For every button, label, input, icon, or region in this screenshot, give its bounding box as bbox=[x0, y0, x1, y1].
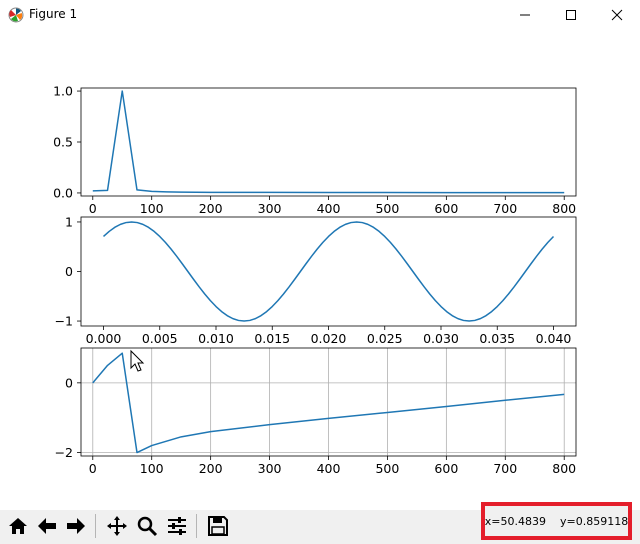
figure-canvas[interactable]: 0 100 200 300 400 500 600 700 800 0.0 0.5 1.0 0.000 0… bbox=[0, 30, 640, 510]
x-tick-label: 0.030 bbox=[423, 331, 459, 346]
cursor-y-value: y=0.859118 bbox=[560, 514, 629, 528]
arrow-left-icon bbox=[38, 518, 56, 534]
series-line bbox=[92, 90, 565, 194]
save-button[interactable] bbox=[204, 512, 232, 540]
y-tick-label: 1.0 bbox=[53, 84, 73, 99]
x-tick-label: 0.015 bbox=[254, 331, 290, 346]
x-tick-label: 800 bbox=[552, 461, 576, 476]
back-button[interactable] bbox=[33, 512, 61, 540]
maximize-icon bbox=[566, 10, 576, 20]
subplot-3[interactable]: 0 100 200 300 400 500 600 700 800 −2 0 bbox=[55, 347, 577, 476]
matplotlib-logo-icon bbox=[8, 7, 24, 23]
magnifier-icon bbox=[137, 516, 158, 537]
x-tick-label: 200 bbox=[199, 201, 223, 216]
x-tick-label: 300 bbox=[258, 201, 282, 216]
x-tick-label: 0.020 bbox=[311, 331, 347, 346]
x-tick-label: 0.010 bbox=[198, 331, 234, 346]
x-tick-label: 400 bbox=[317, 461, 341, 476]
y-tick-label: 1 bbox=[65, 214, 73, 229]
subplot-1[interactable]: 0 100 200 300 400 500 600 700 800 0.0 0.5 1.0 bbox=[53, 84, 577, 216]
axes-frame bbox=[80, 87, 577, 197]
x-tick-label: 0.005 bbox=[142, 331, 178, 346]
x-tick-label: 500 bbox=[375, 201, 399, 216]
zoom-button[interactable] bbox=[133, 512, 161, 540]
y-tick-label: 0 bbox=[65, 264, 73, 279]
x-tick-label: 0 bbox=[89, 461, 97, 476]
x-tick-label: 100 bbox=[140, 201, 164, 216]
x-tick-label: 500 bbox=[375, 461, 399, 476]
title-bar: Figure 1 bbox=[0, 0, 640, 30]
close-button[interactable] bbox=[594, 0, 640, 30]
floppy-icon bbox=[208, 516, 228, 536]
y-tick-label: 0.0 bbox=[53, 185, 73, 200]
x-tick-label: 200 bbox=[199, 461, 223, 476]
window-title: Figure 1 bbox=[29, 7, 78, 21]
x-tick-label: 0.000 bbox=[86, 331, 122, 346]
x-tick-label: 600 bbox=[434, 461, 458, 476]
y-tick-label: 0.5 bbox=[53, 135, 73, 150]
x-tick-label: 0 bbox=[89, 201, 97, 216]
plot-area[interactable]: 0 100 200 300 400 500 600 700 8000.00.51.00.000 0… bbox=[0, 30, 640, 510]
x-tick-label: 300 bbox=[258, 461, 282, 476]
minimize-icon bbox=[520, 14, 530, 16]
mouse-cursor-icon bbox=[130, 349, 145, 372]
x-tick-label: 0.025 bbox=[367, 331, 403, 346]
toolbar-separator bbox=[196, 514, 197, 538]
home-icon bbox=[9, 518, 27, 534]
x-tick-label: 0.035 bbox=[479, 331, 515, 346]
cursor-x-value: x=50.4839 bbox=[484, 514, 546, 528]
x-tick-label: 700 bbox=[493, 201, 517, 216]
y-tick-label: −2 bbox=[55, 445, 73, 460]
x-tick-label: 600 bbox=[434, 201, 458, 216]
maximize-button[interactable] bbox=[548, 0, 594, 30]
series-line bbox=[102, 221, 555, 322]
pan-button[interactable] bbox=[103, 512, 131, 540]
x-tick-label: 800 bbox=[552, 201, 576, 216]
home-button[interactable] bbox=[4, 512, 32, 540]
x-tick-label: 100 bbox=[140, 461, 164, 476]
move-icon bbox=[107, 516, 127, 536]
x-tick-label: 700 bbox=[493, 461, 517, 476]
x-tick-label: 400 bbox=[317, 201, 341, 216]
sliders-icon bbox=[168, 517, 186, 535]
cursor-coordinates-readout: x=50.4839 y=0.859118 bbox=[481, 502, 632, 540]
y-tick-label: −1 bbox=[55, 314, 73, 329]
subplot-2[interactable]: 0.000 0.005 0.010 0.015 0.020 0.025 0.030 0.035… bbox=[55, 214, 577, 346]
arrow-right-icon bbox=[67, 518, 85, 534]
y-tick-label: 0 bbox=[65, 375, 73, 390]
x-tick-label: 0.040 bbox=[536, 331, 572, 346]
configure-subplots-button[interactable] bbox=[163, 512, 191, 540]
close-icon bbox=[611, 9, 623, 21]
toolbar-separator bbox=[95, 514, 96, 538]
minimize-button[interactable] bbox=[502, 0, 548, 30]
forward-button[interactable] bbox=[62, 512, 90, 540]
